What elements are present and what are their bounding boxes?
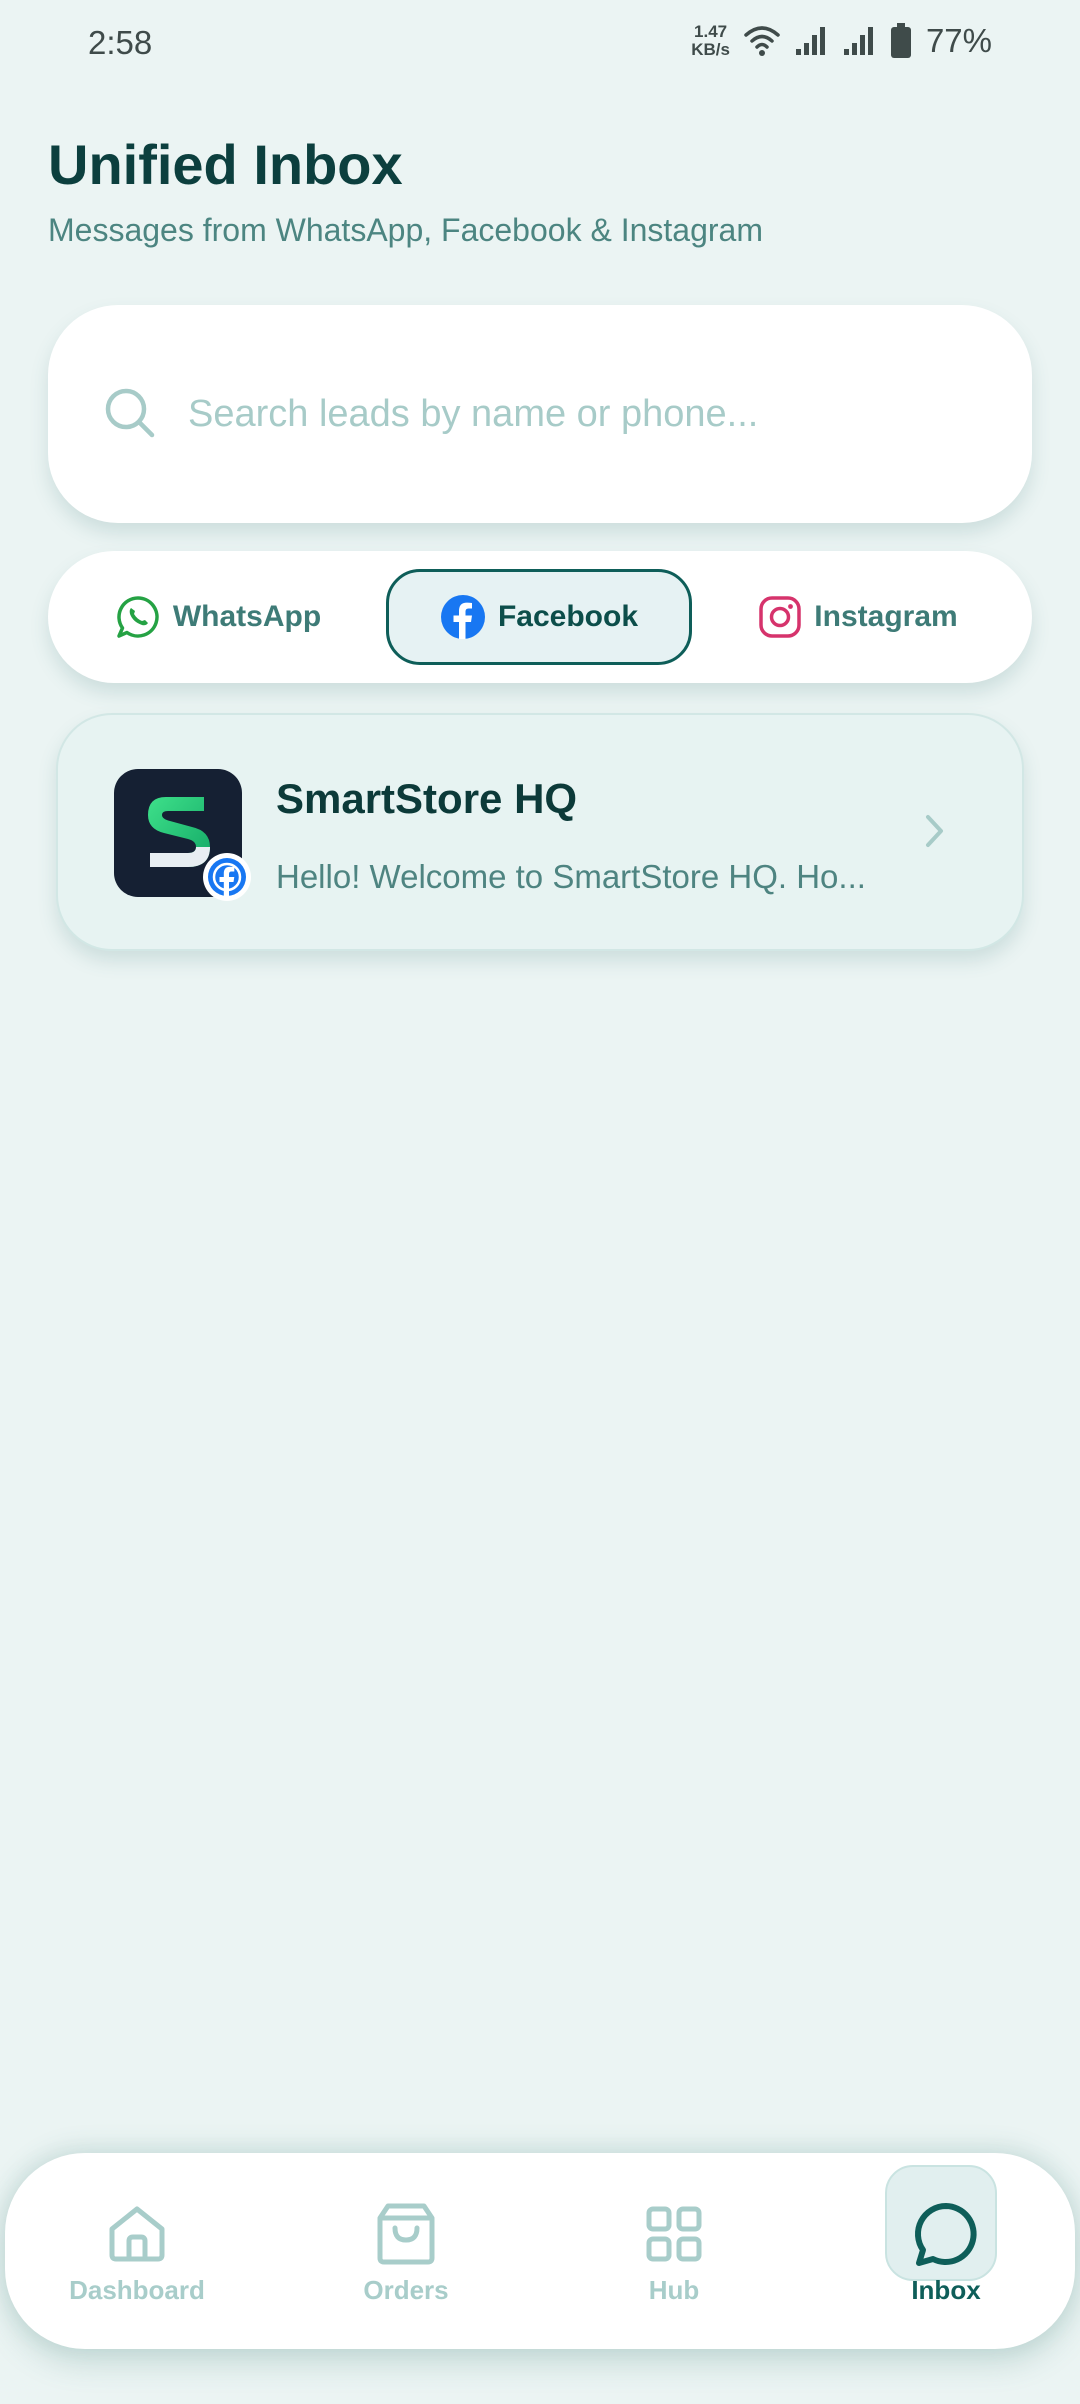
tab-facebook-label: Facebook: [497, 600, 639, 633]
nav-hub-label: Hub: [648, 2275, 700, 2305]
search-input[interactable]: [188, 379, 968, 449]
conversation-name: SmartStore HQ: [276, 775, 578, 822]
page-title: Unified Inbox: [48, 133, 403, 196]
home-icon: [109, 2206, 165, 2262]
battery-icon: [890, 23, 911, 58]
whatsapp-icon: [117, 596, 159, 638]
status-time: 2:58: [88, 24, 153, 61]
facebook-icon: [440, 595, 485, 639]
facebook-badge-icon: [203, 853, 251, 901]
shopping-bag-icon: [377, 2203, 435, 2265]
search-icon: [105, 388, 155, 438]
chevron-right-icon: [926, 815, 943, 847]
tab-instagram-label: Instagram: [814, 600, 958, 633]
nav-hub[interactable]: Hub: [604, 2165, 744, 2335]
conversation-preview: Hello! Welcome to SmartStore HQ. Ho...: [276, 858, 866, 895]
tab-whatsapp-label: WhatsApp: [172, 600, 322, 633]
status-icons: 1.47 KB/s 77%: [691, 22, 992, 60]
tab-facebook[interactable]: Facebook: [386, 569, 692, 665]
unified-inbox-screen: 2:58 1.47 KB/s 77% Unified Inbox Message…: [0, 0, 1080, 2404]
signal-icon-2: [843, 27, 873, 55]
conversation-item[interactable]: SmartStore HQ Hello! Welcome to SmartSto…: [56, 713, 1024, 951]
nav-dashboard[interactable]: Dashboard: [67, 2165, 207, 2335]
wifi-icon: [744, 26, 780, 56]
bottom-nav: Dashboard Orders Hub Inbox: [5, 2153, 1075, 2349]
grid-icon: [646, 2206, 702, 2262]
instagram-icon: [759, 596, 802, 638]
page-subtitle: Messages from WhatsApp, Facebook & Insta…: [48, 212, 763, 248]
avatar: [114, 769, 251, 901]
nav-orders-label: Orders: [363, 2275, 449, 2305]
network-speed: 1.47 KB/s: [691, 22, 730, 59]
nav-inbox[interactable]: Inbox: [876, 2165, 1016, 2335]
nav-orders[interactable]: Orders: [336, 2165, 476, 2335]
signal-icon: [795, 27, 825, 55]
search-bar[interactable]: [48, 305, 1032, 523]
status-bar: 2:58 1.47 KB/s 77%: [0, 0, 1080, 90]
battery-percent: 77%: [925, 22, 992, 59]
tab-instagram[interactable]: Instagram: [738, 569, 978, 665]
channel-tabs: WhatsApp Facebook Instagram: [48, 551, 1032, 683]
tab-whatsapp[interactable]: WhatsApp: [108, 569, 328, 665]
nav-dashboard-label: Dashboard: [69, 2275, 205, 2305]
chat-bubble-icon: [914, 2203, 977, 2266]
nav-inbox-label: Inbox: [911, 2275, 981, 2305]
